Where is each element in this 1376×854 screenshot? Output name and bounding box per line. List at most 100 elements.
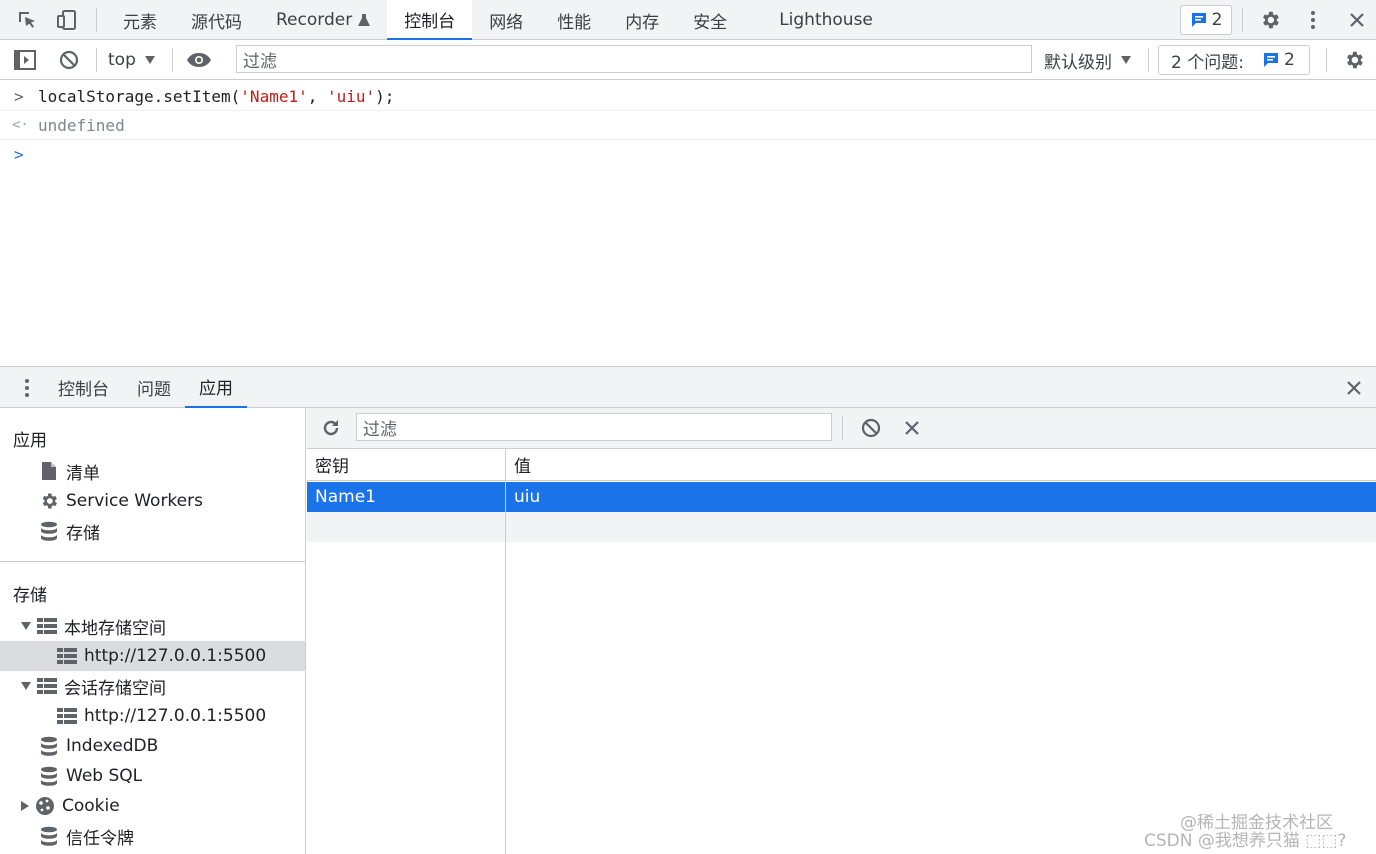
separator [1148, 48, 1149, 72]
console-filter-placeholder: 过滤 [243, 51, 277, 72]
storage-toolbar: 过滤 [307, 408, 1376, 449]
tab-7[interactable]: 安全 [676, 0, 744, 40]
tab-3[interactable]: 控制台 [387, 0, 473, 40]
application-sidebar: 应用 清单 Service Workers 存储 存储 本地存储空间 http:… [0, 408, 306, 854]
close-drawer-icon[interactable] [1339, 373, 1369, 403]
tab-2[interactable]: Recorder [259, 0, 387, 40]
sidebar-item-web-sql[interactable]: Web SQL [0, 761, 305, 791]
drawer-tabs: 控制台 问题 应用 [44, 367, 247, 408]
sidebar-item-label: 本地存储空间 [64, 618, 166, 639]
tab-6[interactable]: 内存 [608, 0, 676, 40]
database-icon [38, 765, 60, 787]
issues-button[interactable]: 2 个问题: 2 [1158, 45, 1310, 75]
separator [1326, 48, 1327, 72]
refresh-icon[interactable] [316, 413, 346, 443]
device-toolbar-icon[interactable] [52, 5, 82, 35]
devtools-main-tabbar: 元素 源代码 Recorder 控制台 网络 性能 内存 安全 Lighthouse 2 [0, 0, 1376, 40]
tree-collapsed-arrow-icon [21, 801, 29, 811]
sidebar-item-local-storage-origin[interactable]: http://127.0.0.1:5500 [0, 641, 305, 671]
sidebar-item-manifest[interactable]: 清单 [0, 456, 305, 486]
drawer-tab-2[interactable]: 应用 [185, 367, 247, 408]
tab-label: 网络 [489, 12, 524, 33]
console-settings-gear-icon[interactable] [1339, 45, 1369, 75]
sidebar-section-app: 应用 [13, 431, 47, 451]
show-sidebar-icon[interactable] [10, 45, 40, 75]
tree-expanded-arrow-icon [21, 682, 31, 690]
table-grid-icon [36, 675, 58, 697]
sidebar-item-label: IndexedDB [66, 736, 159, 756]
sidebar-item-label: http://127.0.0.1:5500 [84, 706, 267, 726]
gear-icon [38, 490, 60, 512]
console-result-line: <· undefined [0, 111, 1376, 140]
drawer-tab-0[interactable]: 控制台 [44, 367, 123, 408]
separator [172, 48, 173, 72]
table-row[interactable]: Name1 uiu [307, 482, 1376, 512]
sidebar-item-session-storage-origin[interactable]: http://127.0.0.1:5500 [0, 701, 305, 731]
column-divider [505, 449, 506, 854]
tab-4[interactable]: 网络 [472, 0, 540, 40]
sidebar-item-label: Service Workers [66, 491, 203, 511]
console-toolbar: top 过滤 默认级别 2 个问题: 2 [0, 40, 1376, 80]
settings-gear-icon[interactable] [1255, 5, 1285, 35]
sidebar-section-storage: 存储 [13, 586, 47, 606]
document-icon [38, 460, 60, 482]
more-options-icon[interactable] [1298, 5, 1328, 35]
sidebar-item-cookie[interactable]: Cookie [0, 791, 305, 821]
tab-0[interactable]: 元素 [106, 0, 174, 40]
tab-label: 内存 [625, 12, 660, 33]
sidebar-item-storage-overview[interactable]: 存储 [0, 516, 305, 546]
drawer-tab-1[interactable]: 问题 [123, 367, 185, 408]
table-row-empty[interactable] [307, 512, 1376, 542]
log-level-label: 默认级别 [1044, 52, 1112, 73]
log-level-dropdown[interactable]: 默认级别 [1044, 46, 1132, 74]
console-prompt-line[interactable]: > [0, 140, 1376, 169]
tab-label: 性能 [557, 12, 592, 33]
delete-selected-icon[interactable] [897, 413, 927, 443]
sidebar-item-session-storage[interactable]: 会话存储空间 [0, 671, 305, 701]
storage-table: 密钥 值 Name1 uiu [307, 449, 1376, 854]
inspect-element-icon[interactable] [12, 5, 42, 35]
separator [96, 48, 97, 72]
result-value: undefined [38, 115, 125, 135]
close-devtools-icon[interactable] [1342, 5, 1372, 35]
cell-key[interactable]: Name1 [307, 482, 506, 512]
live-expression-eye-icon[interactable] [184, 45, 214, 75]
sidebar-item-local-storage[interactable]: 本地存储空间 [0, 611, 305, 641]
column-header-key[interactable]: 密钥 [307, 449, 506, 481]
separator [1242, 8, 1243, 32]
clear-all-icon[interactable] [856, 413, 886, 443]
context-selector-label: top [108, 50, 136, 70]
context-selector[interactable]: top [108, 46, 156, 74]
tab-label: 控制台 [404, 11, 456, 32]
string-literal: 'uiu' [327, 86, 376, 106]
console-filter-input[interactable]: 过滤 [236, 45, 1032, 73]
tab-label: 源代码 [191, 12, 242, 33]
sidebar-item-service-workers[interactable]: Service Workers [0, 486, 305, 516]
sidebar-item-label: 清单 [66, 463, 100, 484]
sidebar-item-label: 会话存储空间 [64, 678, 166, 699]
storage-filter-placeholder: 过滤 [363, 419, 397, 440]
flask-icon [358, 14, 371, 26]
clear-console-icon[interactable] [54, 45, 84, 75]
sidebar-item-label: http://127.0.0.1:5500 [84, 646, 267, 666]
input-prompt-chevron-icon: > [14, 86, 24, 106]
storage-filter-input[interactable]: 过滤 [356, 413, 832, 441]
drawer-menu-icon[interactable] [12, 373, 42, 403]
cell-value[interactable]: uiu [506, 482, 1376, 512]
tab-8[interactable]: Lighthouse [762, 0, 890, 40]
issues-counter-button[interactable]: 2 [1180, 5, 1232, 35]
code-text: localStorage.setItem( [38, 86, 241, 106]
issues-badge-count: 2 [1211, 10, 1223, 30]
code-text: ); [375, 86, 395, 106]
tab-5[interactable]: 性能 [540, 0, 608, 40]
sidebar-item-indexeddb[interactable]: IndexedDB [0, 731, 305, 761]
tab-label: Lighthouse [779, 10, 873, 30]
cookie-icon [34, 795, 56, 817]
message-icon [1191, 13, 1206, 27]
sidebar-item-trust-tokens[interactable]: 信任令牌 [0, 821, 305, 851]
watermark-line-2: CSDN @我想养只猫 ⬚⬚? [1144, 831, 1347, 851]
column-header-value[interactable]: 值 [506, 449, 1376, 481]
sidebar-item-label: 信任令牌 [66, 828, 134, 849]
sidebar-item-label: Web SQL [66, 766, 143, 786]
tab-1[interactable]: 源代码 [174, 0, 259, 40]
